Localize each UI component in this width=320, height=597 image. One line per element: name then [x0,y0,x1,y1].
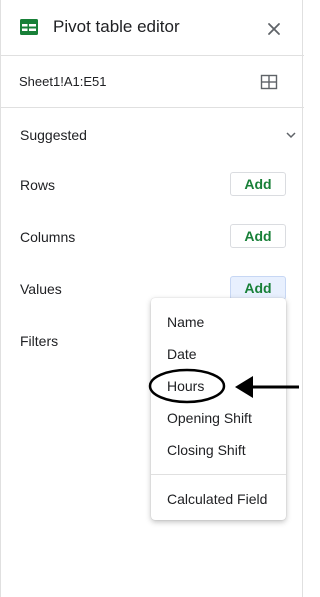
section-columns: Columns [20,229,76,245]
menu-item-opening-shift[interactable]: Opening Shift [167,410,252,426]
pivot-table-editor-panel: Pivot table editor Sheet1!A1:E51 Suggest… [0,0,304,597]
values-add-button[interactable]: Add [230,276,286,300]
menu-item-date[interactable]: Date [167,346,197,362]
data-range-row: Sheet1!A1:E51 [1,56,304,108]
menu-divider [151,474,286,475]
grid-select-icon[interactable] [260,73,278,91]
columns-add-button[interactable]: Add [230,224,286,248]
sheets-table-icon [20,19,38,35]
close-icon[interactable] [263,18,285,40]
section-filters: Filters [20,333,59,349]
editor-header: Pivot table editor [1,0,304,56]
section-values: Values [20,281,62,297]
rows-add-button[interactable]: Add [230,172,286,196]
editor-title: Pivot table editor [53,17,180,36]
data-range-input[interactable]: Sheet1!A1:E51 [19,74,106,89]
section-rows: Rows [20,177,56,193]
menu-item-calculated-field[interactable]: Calculated Field [167,491,267,507]
menu-item-closing-shift[interactable]: Closing Shift [167,442,246,458]
add-field-menu: Name Date Hours Opening Shift Closing Sh… [151,298,286,520]
menu-item-hours[interactable]: Hours [167,378,204,394]
menu-item-name[interactable]: Name [167,314,204,330]
chevron-down-icon[interactable] [285,130,297,140]
section-suggested[interactable]: Suggested [20,127,87,143]
